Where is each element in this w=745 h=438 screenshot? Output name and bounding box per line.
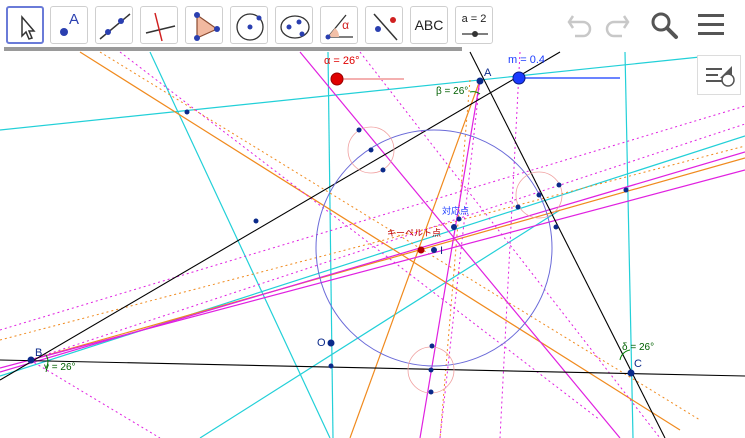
magenta-line[interactable]: [0, 169, 745, 369]
point[interactable]: [368, 147, 374, 153]
point-lemoine[interactable]: [451, 224, 457, 230]
conic-tool-button[interactable]: [275, 6, 313, 44]
point[interactable]: [623, 187, 629, 193]
lemoine-label: 対応点: [442, 205, 469, 217]
orange-line[interactable]: [79, 51, 681, 431]
cyan-line[interactable]: [0, 135, 745, 377]
redo-icon: [605, 15, 630, 38]
point[interactable]: [536, 192, 542, 198]
delta-label: δ = 26°: [622, 342, 654, 353]
orange-dotted-line[interactable]: [0, 145, 745, 341]
text-tool-label: ABC: [414, 17, 444, 33]
polygon-icon: [194, 12, 220, 41]
undo-icon: [567, 15, 592, 38]
text-tool-button[interactable]: ABC: [410, 6, 448, 44]
cyan-line[interactable]: [149, 51, 331, 438]
gamma-label: γ = 26°: [44, 362, 76, 373]
label-b: B: [35, 347, 42, 359]
point[interactable]: [328, 363, 334, 369]
side-line-ac[interactable]: [469, 51, 666, 438]
slider-tool-button[interactable]: a = 2: [455, 6, 493, 44]
beta-label: β = 26°: [436, 86, 468, 97]
point[interactable]: [253, 218, 259, 224]
perpendicular-line-tool-button[interactable]: [140, 6, 178, 44]
point[interactable]: [428, 389, 434, 395]
search-icon: [651, 12, 678, 39]
line-tool-button[interactable]: [95, 6, 133, 44]
magenta-line[interactable]: [0, 151, 745, 373]
conic-icon: [280, 15, 310, 39]
alpha-slider-handle[interactable]: [330, 72, 344, 86]
angle-tool-button[interactable]: α: [320, 6, 358, 44]
circle-center-icon: [236, 13, 264, 41]
point-i[interactable]: [431, 247, 437, 253]
cyan-line[interactable]: [624, 51, 634, 438]
m-slider-label: m = 0.4: [508, 54, 545, 66]
redo-button[interactable]: [600, 8, 634, 42]
point-tool-label: A: [68, 11, 79, 28]
line-icon: [99, 13, 131, 40]
reflect-icon: [373, 13, 398, 41]
magenta-line[interactable]: [299, 51, 621, 438]
graphics-view[interactable]: α = 26° m = 0.4 A B C O I β = 26° γ = 26…: [0, 50, 745, 438]
move-tool-button[interactable]: [6, 6, 44, 44]
magenta-dotted-line[interactable]: [119, 51, 601, 421]
orange-line[interactable]: [29, 157, 745, 361]
label-i: I: [440, 245, 443, 257]
point-b[interactable]: [27, 356, 35, 364]
orange-dotted-line[interactable]: [439, 79, 471, 438]
reflect-tool-button[interactable]: [365, 6, 403, 44]
point[interactable]: [380, 167, 386, 173]
point[interactable]: [456, 216, 462, 222]
cursor-arrow-icon: [21, 14, 36, 40]
point[interactable]: [184, 109, 190, 115]
label-c: C: [634, 358, 642, 370]
label-o: O: [317, 337, 326, 349]
point[interactable]: [556, 182, 562, 188]
perpendicular-icon: [145, 12, 176, 42]
point-kiepert[interactable]: [417, 246, 425, 254]
menu-button[interactable]: [694, 8, 728, 42]
point-o[interactable]: [327, 339, 335, 347]
alpha-slider-label: α = 26°: [324, 55, 360, 67]
point[interactable]: [553, 224, 559, 230]
point-c[interactable]: [627, 369, 635, 377]
cyan-line[interactable]: [199, 209, 561, 438]
cyan-line[interactable]: [327, 51, 334, 438]
undo-button[interactable]: [563, 8, 597, 42]
point[interactable]: [515, 204, 521, 210]
slider-icon: [462, 31, 488, 37]
point-a[interactable]: [476, 77, 484, 85]
search-button[interactable]: [647, 8, 681, 42]
magenta-dotted-line[interactable]: [29, 123, 745, 361]
toolbar: A α ABC a = 2: [0, 0, 745, 50]
algebra-view-toggle[interactable]: [697, 55, 741, 95]
algebra-icon: [706, 66, 735, 87]
kiepert-label: キーペルト点: [387, 228, 441, 239]
magenta-dotted-line[interactable]: [499, 51, 521, 438]
point[interactable]: [428, 367, 434, 373]
point-tool-button[interactable]: A: [50, 6, 88, 44]
point[interactable]: [429, 343, 435, 349]
m-slider-handle[interactable]: [512, 71, 526, 85]
circle-tool-button[interactable]: [230, 6, 268, 44]
point[interactable]: [356, 127, 362, 133]
menu-icon: [698, 14, 724, 35]
polygon-tool-button[interactable]: [185, 6, 223, 44]
label-a: A: [484, 67, 492, 79]
angle-tool-label: α: [342, 18, 349, 32]
